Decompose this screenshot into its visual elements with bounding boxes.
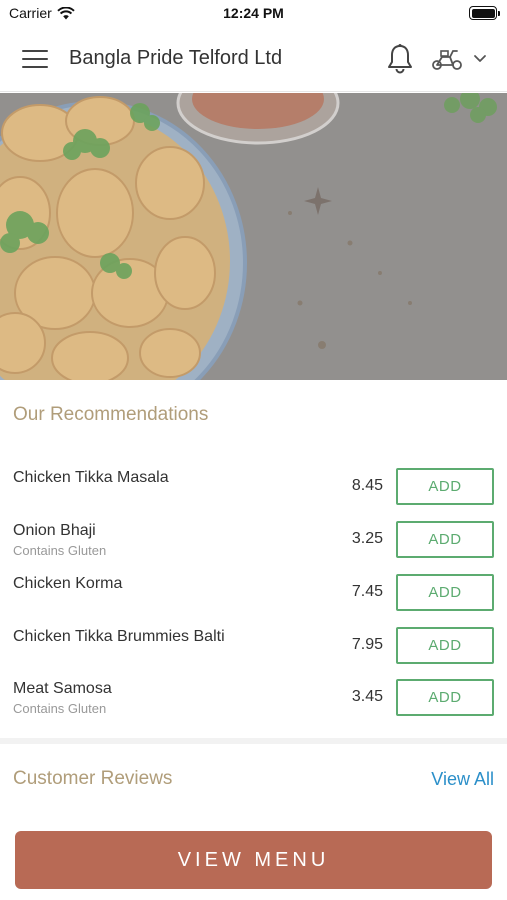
reviews-title: Customer Reviews xyxy=(13,768,173,789)
item-note: Contains Gluten xyxy=(13,701,107,716)
item-price: 3.45 xyxy=(351,688,383,705)
item-price: 7.45 xyxy=(351,583,383,600)
item-name: Chicken Korma xyxy=(13,575,123,592)
bell-icon[interactable] xyxy=(386,43,414,75)
section-divider xyxy=(0,738,507,744)
item-name: Chicken Tikka Brummies Balti xyxy=(13,628,225,645)
add-button[interactable]: ADD xyxy=(396,627,494,664)
recommendations-title: Our Recommendations xyxy=(13,404,209,425)
list-item: Meat Samosa Contains Gluten 3.45 ADD xyxy=(0,666,507,718)
list-item: Chicken Korma 7.45 ADD xyxy=(0,561,507,613)
item-note: Contains Gluten xyxy=(13,543,107,558)
battery-icon xyxy=(469,6,500,20)
item-name: Chicken Tikka Masala xyxy=(13,469,169,486)
list-item: Chicken Tikka Brummies Balti 7.95 ADD xyxy=(0,614,507,666)
list-item: Chicken Tikka Masala 8.45 ADD xyxy=(0,455,507,507)
add-button[interactable]: ADD xyxy=(396,574,494,611)
add-button[interactable]: ADD xyxy=(396,521,494,558)
item-price: 8.45 xyxy=(351,477,383,494)
hero-food-image xyxy=(0,93,507,380)
scooter-icon[interactable] xyxy=(431,47,463,71)
chevron-down-icon[interactable] xyxy=(473,53,487,65)
status-time: 12:24 PM xyxy=(223,5,284,21)
view-menu-button[interactable]: VIEW MENU xyxy=(15,831,492,889)
item-price: 7.95 xyxy=(351,636,383,653)
restaurant-title: Bangla Pride Telford Ltd xyxy=(69,47,283,69)
list-item: Onion Bhaji Contains Gluten 3.25 ADD xyxy=(0,508,507,560)
menu-icon[interactable] xyxy=(22,50,48,68)
view-all-link[interactable]: View All xyxy=(431,769,494,790)
status-bar: Carrier 12:24 PM xyxy=(0,0,507,28)
add-button[interactable]: ADD xyxy=(396,679,494,716)
item-price: 3.25 xyxy=(351,530,383,547)
app-header: Bangla Pride Telford Ltd xyxy=(0,28,507,92)
item-name: Meat Samosa xyxy=(13,680,112,697)
item-name: Onion Bhaji xyxy=(13,522,96,539)
add-button[interactable]: ADD xyxy=(396,468,494,505)
